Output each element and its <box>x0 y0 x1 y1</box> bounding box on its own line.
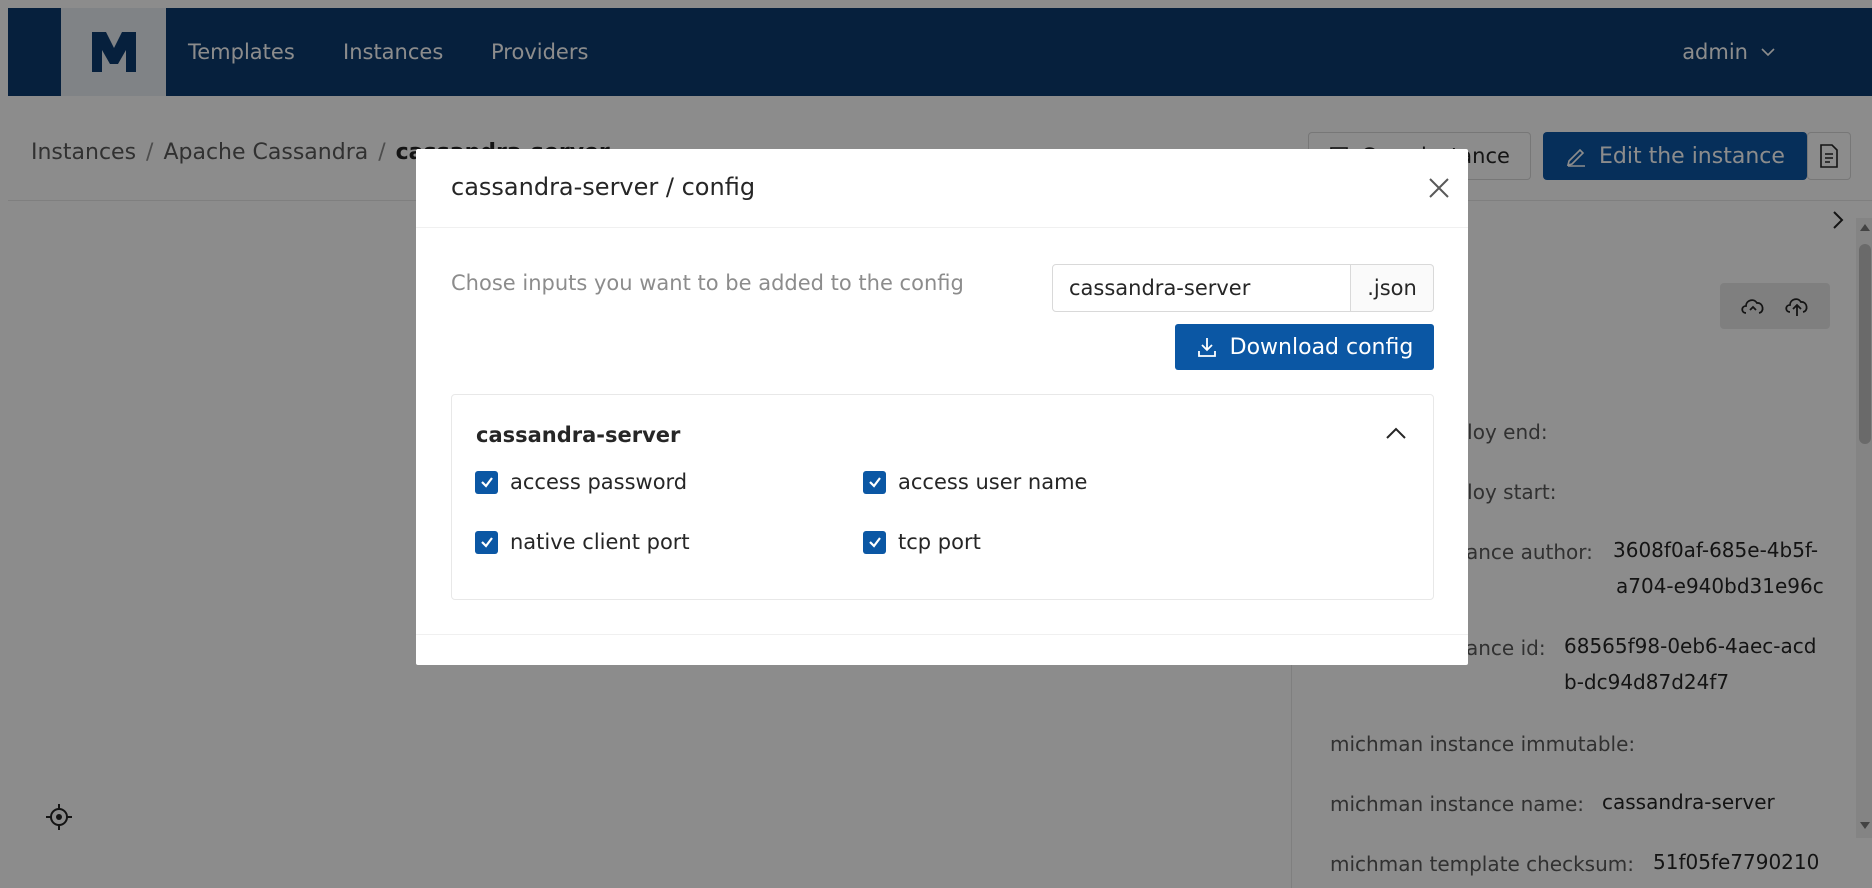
checkbox-tcp-port[interactable]: tcp port <box>863 530 981 554</box>
checkbox-label: access password <box>510 470 688 494</box>
checkbox-checked-icon[interactable] <box>475 470 498 494</box>
checkbox-checked-icon[interactable] <box>475 530 498 554</box>
chevron-up-icon[interactable] <box>1384 425 1408 445</box>
filename-extension: .json <box>1351 264 1434 312</box>
section-title: cassandra-server <box>476 423 681 447</box>
checkbox-native-client-port[interactable]: native client port <box>475 530 690 554</box>
checkbox-label: native client port <box>510 530 690 554</box>
checkbox-checked-icon[interactable] <box>863 530 886 554</box>
checkbox-access-password[interactable]: access password <box>475 470 687 494</box>
download-config-button[interactable]: Download config <box>1175 324 1434 370</box>
config-modal: cassandra-server / config Chose inputs y… <box>416 149 1468 665</box>
config-hint: Chose inputs you want to be added to the… <box>451 271 964 295</box>
modal-header: cassandra-server / config <box>416 149 1468 228</box>
checkbox-label: access user name <box>898 470 1088 494</box>
modal-footer-divider <box>416 634 1468 635</box>
filename-group: .json <box>1052 264 1434 312</box>
filename-input[interactable] <box>1052 264 1351 312</box>
download-icon <box>1197 338 1216 357</box>
inputs-section: cassandra-server access password access … <box>451 394 1434 600</box>
checkbox-checked-icon[interactable] <box>863 470 886 494</box>
checkbox-label: tcp port <box>898 530 981 554</box>
modal-title: cassandra-server / config <box>451 173 756 201</box>
download-config-label: Download config <box>1229 334 1414 360</box>
checkbox-access-user-name[interactable]: access user name <box>863 470 1087 494</box>
close-icon[interactable] <box>1426 175 1452 201</box>
